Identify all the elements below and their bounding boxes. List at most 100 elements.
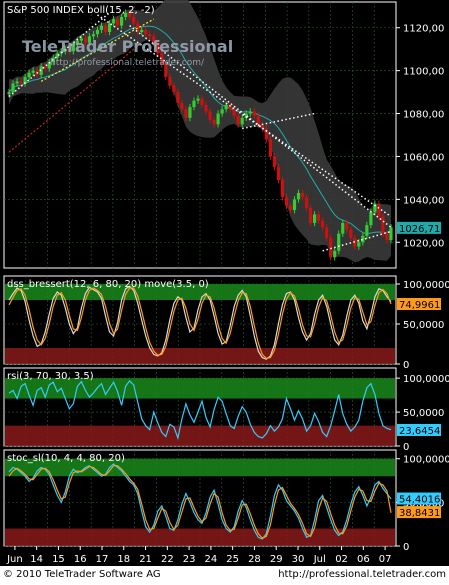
candle-body (200, 98, 204, 105)
footer-bar: © 2010 TeleTrader Software AG http://pro… (0, 566, 449, 585)
stoc-panel: 100,000050,00000stoc_sl(10, 4, 4, 80, 20… (3, 449, 449, 553)
y-tick-label: 50,0000 (403, 408, 444, 419)
candle-body (325, 227, 329, 238)
chart-canvas: 1120,00 1100,00 1080,00 1060,00 1040,00 1020,… (3, 0, 449, 565)
candle-body (329, 237, 333, 258)
candle-body (91, 34, 96, 37)
candle-body (95, 29, 100, 35)
candle-body (188, 107, 192, 118)
candle-body (369, 212, 373, 226)
candle-body (292, 199, 297, 211)
candle-body (312, 214, 317, 223)
y-tick-label: 1020,00 (403, 238, 444, 249)
candle-body (389, 227, 393, 241)
x-tick-label: 15 (52, 554, 65, 565)
candle-body (365, 225, 369, 236)
candle-body (148, 34, 152, 37)
y-tick-label: 1040,00 (403, 195, 444, 206)
candle-body (317, 214, 321, 221)
candle-body (300, 192, 305, 198)
y-tick-label: 1120,00 (403, 24, 444, 35)
y-tick-label: 100,0000 (403, 280, 449, 291)
candle-body (377, 203, 381, 217)
candle-body (119, 17, 124, 26)
last-value-label: 54,4016 (399, 495, 440, 506)
candle-body (184, 109, 188, 118)
candle-body (115, 19, 120, 26)
candle-body (140, 29, 144, 33)
x-tick-label: Jun (6, 554, 23, 565)
x-tick-label: 16 (74, 554, 87, 565)
candle-body (268, 139, 272, 157)
candle-body (192, 100, 196, 108)
x-tick-label: 21 (139, 554, 152, 565)
x-tick-label: 28 (248, 554, 261, 565)
candle-body (11, 83, 15, 93)
candle-body (19, 81, 23, 84)
candle-body (216, 113, 220, 125)
candle-body (232, 109, 236, 116)
x-axis: Jun 14 15 16 17 18 21 22 23 24 25 28 29 30 Jul 02 06 07 (6, 546, 391, 565)
candle-body (168, 77, 172, 86)
candle-body (296, 192, 301, 200)
last-value-label: 23,6454 (399, 426, 440, 437)
x-tick-label: 18 (117, 554, 130, 565)
candle-body (204, 104, 208, 112)
y-tick-label: 50,0000 (403, 320, 444, 331)
candle-body (7, 92, 11, 95)
watermark-text: TeleTrader Professional (22, 37, 233, 56)
candle-body (172, 85, 176, 93)
rsi-panel: 100,0000 50,0000 0 rsi(3, 70, 30, 3.5) 23,64… (3, 367, 449, 453)
candle-body (333, 250, 337, 258)
candle-body (144, 29, 148, 35)
candle-body (208, 111, 212, 120)
x-tick-label: 17 (96, 554, 109, 565)
zone-band (5, 348, 395, 364)
zone-band (5, 528, 395, 546)
last-value-label: 1026,71 (399, 224, 440, 235)
candle-body (196, 98, 200, 101)
panel-title: stoc_sl(10, 4, 4, 80, 20) (7, 453, 125, 464)
y-tick-label: 0 (403, 442, 409, 453)
candle-body (345, 222, 349, 230)
candle-body (99, 25, 104, 30)
y-tick-label: 1100,00 (403, 67, 444, 78)
x-tick-label: 02 (335, 554, 348, 565)
candle-body (256, 115, 260, 125)
candle-body (180, 102, 184, 110)
candle-body (357, 242, 361, 247)
candle-body (321, 220, 325, 228)
candle-body (224, 104, 228, 110)
y-tick-label: 1080,00 (403, 110, 444, 121)
footer-url[interactable]: http://professional.teletrader.com (278, 569, 446, 580)
candle-body (248, 111, 252, 114)
candle-body (276, 167, 281, 181)
x-tick-label: 14 (30, 554, 43, 565)
x-tick-label: 23 (183, 554, 196, 565)
candle-body (240, 117, 244, 125)
y-tick-label: 100,0000 (403, 374, 449, 385)
x-tick-label: 29 (270, 554, 283, 565)
candle-body (280, 180, 285, 198)
candle-body (337, 233, 341, 251)
panel-title: S&P 500 INDEX boll(15, 2, -2) (7, 5, 155, 16)
zone-band (5, 425, 395, 446)
candle-body (284, 197, 289, 206)
x-tick-label: 30 (292, 554, 305, 565)
candle-body (385, 233, 389, 241)
y-tick-label: 0 (403, 360, 409, 371)
price-panel: 1120,00 1100,00 1080,00 1060,00 1040,00 1020,… (3, 0, 444, 269)
y-tick-label: 100,0000 (403, 455, 449, 466)
candle-body (103, 25, 108, 33)
candle-body (381, 216, 385, 234)
candle-body (272, 156, 276, 168)
candle-body (288, 205, 293, 211)
x-tick-label: 24 (205, 554, 218, 565)
candle-body (349, 229, 353, 238)
dss-panel: 100,0000 50,0000 0 dss_bressert(12, 6, 80, … (3, 275, 449, 371)
candle-body (31, 70, 35, 73)
candle-body (220, 109, 224, 114)
candle-body (15, 81, 19, 84)
candle-body (212, 119, 216, 125)
last-value-label: 74,9961 (399, 300, 440, 311)
